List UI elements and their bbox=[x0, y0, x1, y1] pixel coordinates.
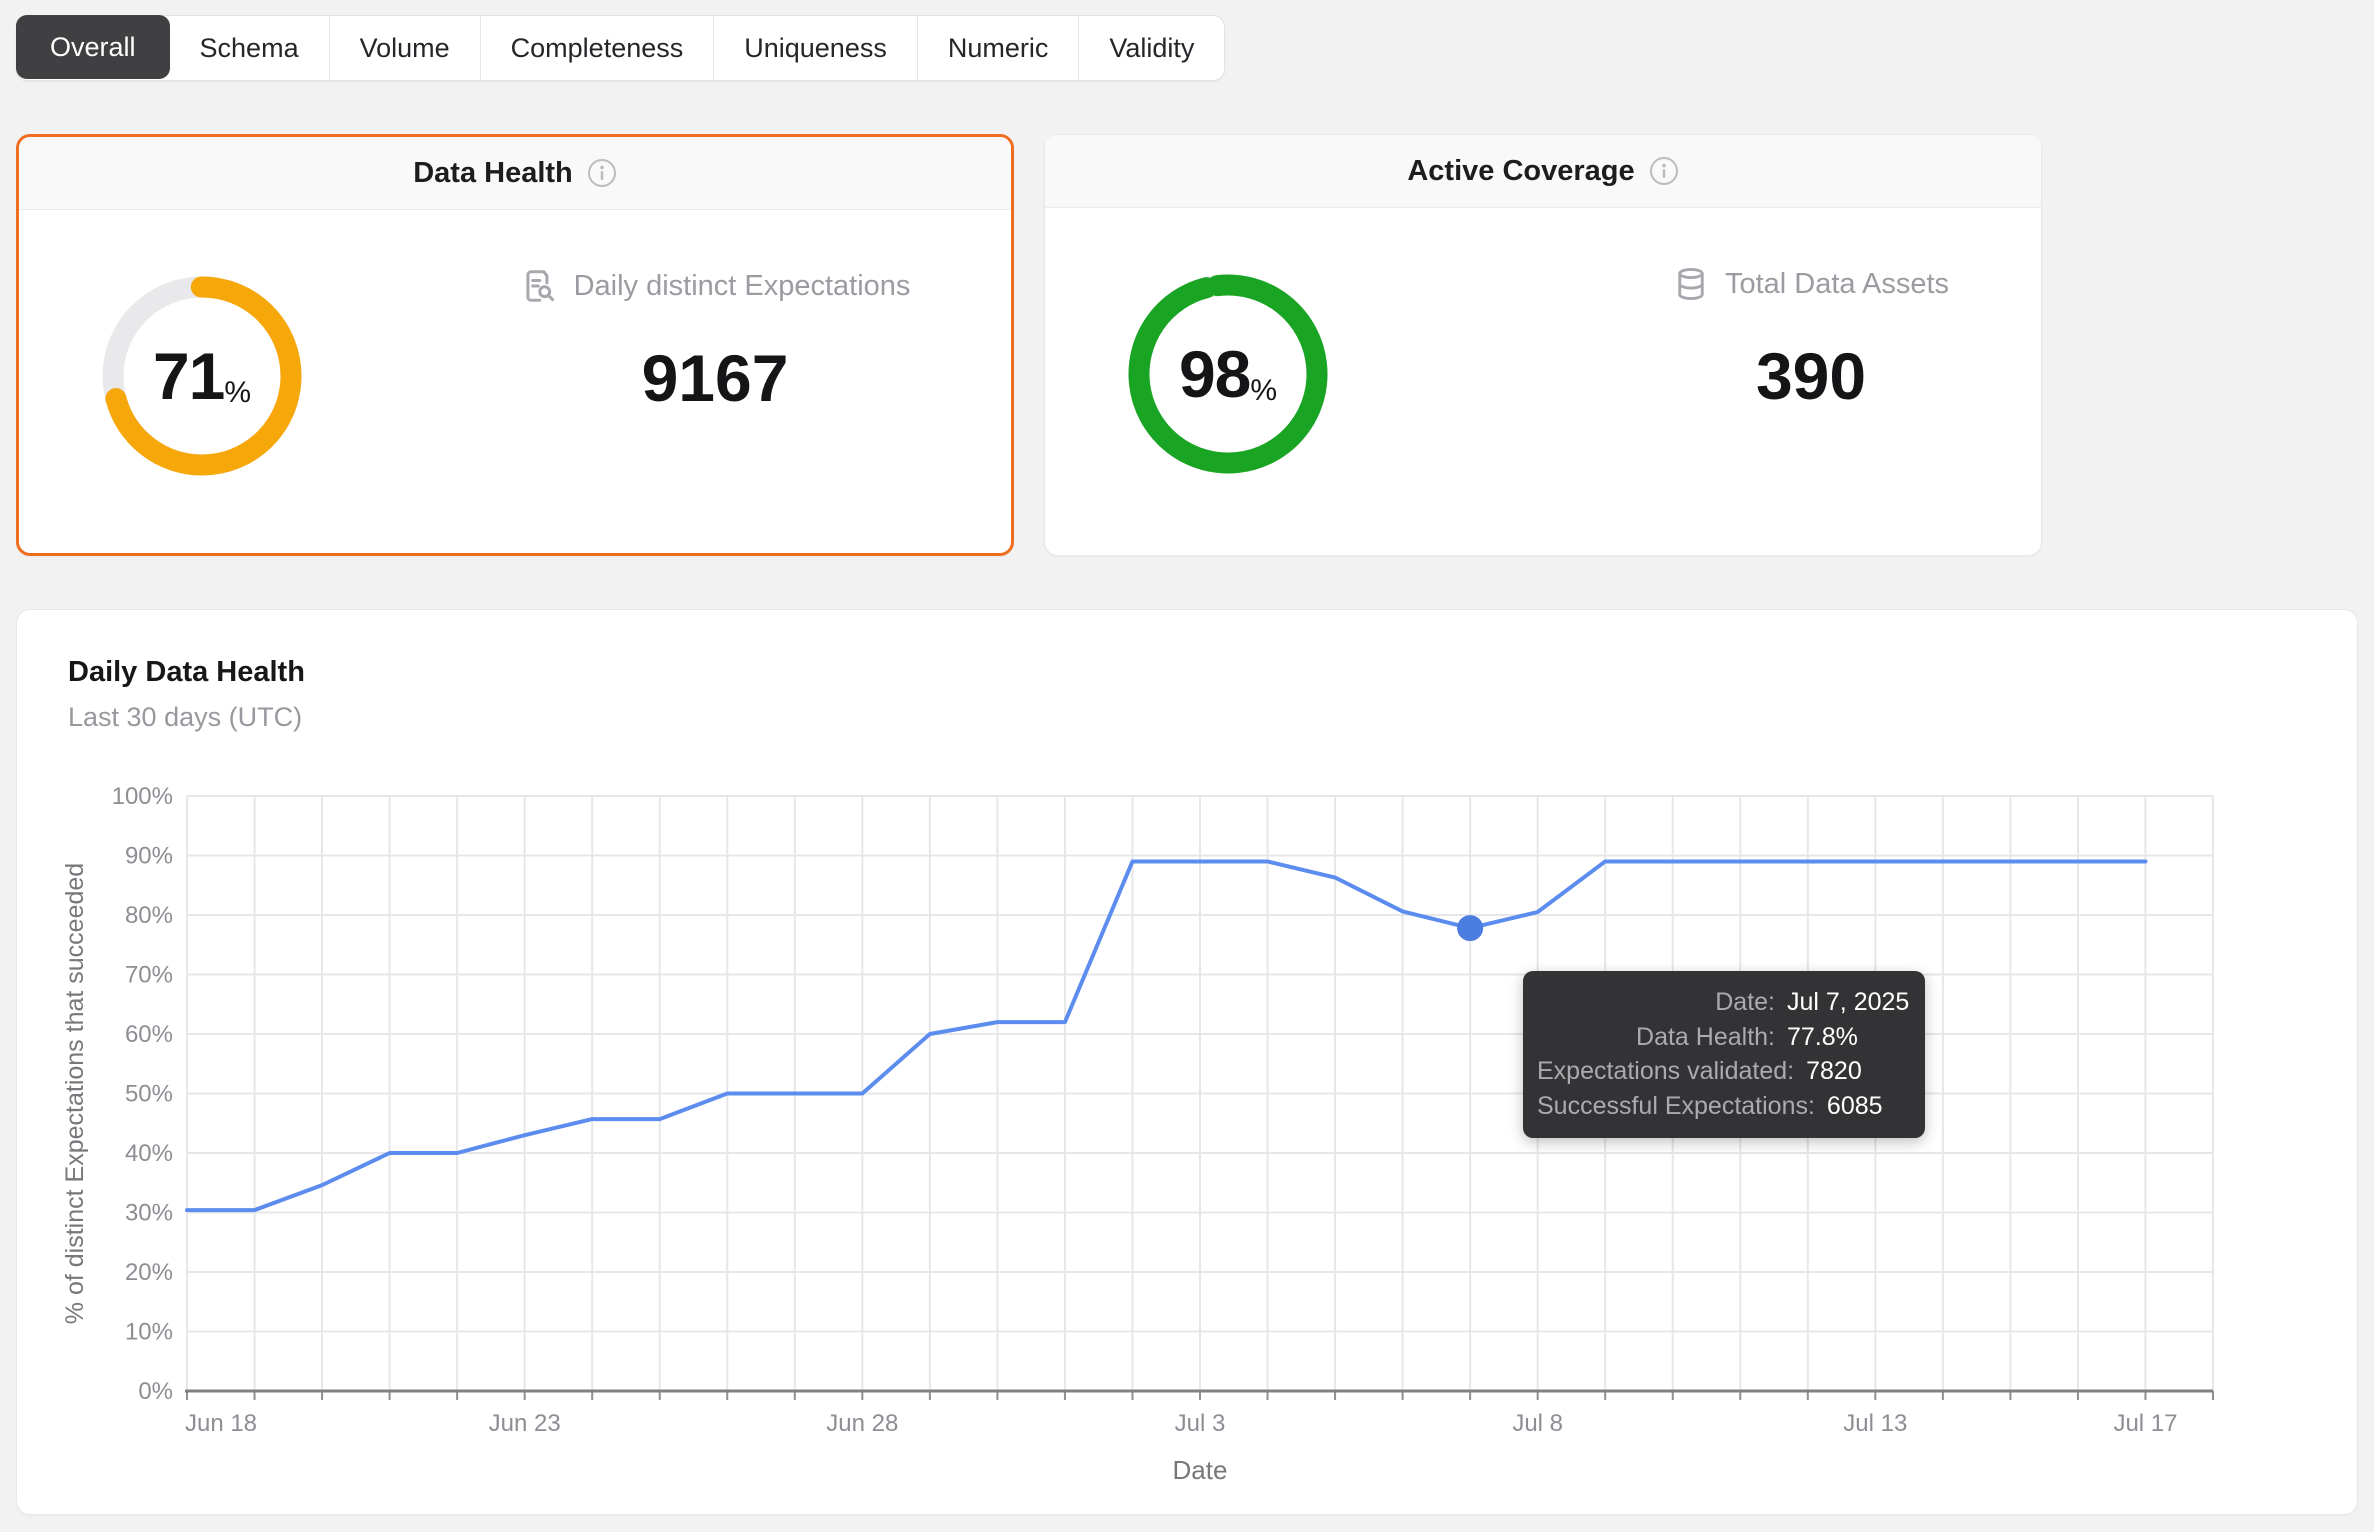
metric-tabbar: Overall Schema Volume Completeness Uniquenes… bbox=[16, 15, 1226, 81]
active-coverage-donut: 98% bbox=[1123, 269, 1333, 479]
daily-data-health-card: Daily Data Health Last 30 days (UTC) 0% 1… bbox=[16, 609, 2358, 1515]
database-icon bbox=[1673, 265, 1709, 303]
tab-numeric[interactable]: Numeric bbox=[918, 16, 1080, 80]
tab-volume[interactable]: Volume bbox=[330, 16, 481, 80]
data-health-card-header: Data Health bbox=[19, 137, 1011, 210]
active-coverage-card-header: Active Coverage bbox=[1045, 135, 2041, 208]
svg-text:Jul 13: Jul 13 bbox=[1843, 1410, 1907, 1437]
data-health-percent: 71% bbox=[152, 339, 252, 413]
tab-uniqueness[interactable]: Uniqueness bbox=[714, 16, 918, 80]
svg-text:Jun 18: Jun 18 bbox=[185, 1410, 257, 1437]
data-health-card[interactable]: Data Health 71% Daily distinct Expectati… bbox=[16, 134, 1014, 556]
svg-text:100%: 100% bbox=[112, 783, 173, 810]
total-assets-metric: Total Data Assets 390 bbox=[1585, 265, 2037, 413]
tab-validity[interactable]: Validity bbox=[1079, 16, 1224, 80]
active-coverage-card[interactable]: Active Coverage 98% Total Data Assets 39… bbox=[1044, 134, 2042, 556]
svg-text:Jun 23: Jun 23 bbox=[489, 1410, 561, 1437]
svg-text:10%: 10% bbox=[125, 1319, 173, 1346]
metric-value: 390 bbox=[1755, 339, 1867, 413]
svg-text:40%: 40% bbox=[125, 1140, 173, 1167]
svg-text:Jul 17: Jul 17 bbox=[2113, 1410, 2177, 1437]
data-health-donut: 71% bbox=[97, 271, 307, 481]
svg-text:Date: Date bbox=[1173, 1455, 1228, 1485]
svg-text:Jun 28: Jun 28 bbox=[826, 1410, 898, 1437]
svg-text:50%: 50% bbox=[125, 1081, 173, 1108]
active-coverage-percent: 98% bbox=[1178, 337, 1278, 411]
daily-data-health-chart[interactable]: 0% 10% 20% 30% 40% 50% 60% 70% 80% 90% 100% Jun 18 J… bbox=[17, 610, 2357, 1514]
daily-expectations-metric: Daily distinct Expectations 9167 bbox=[439, 267, 991, 415]
card-title: Data Health bbox=[413, 156, 573, 189]
svg-text:0%: 0% bbox=[138, 1378, 173, 1405]
svg-text:Jul 3: Jul 3 bbox=[1175, 1410, 1226, 1437]
info-icon[interactable] bbox=[1649, 156, 1679, 186]
svg-text:20%: 20% bbox=[125, 1259, 173, 1286]
metric-label: Daily distinct Expectations bbox=[573, 270, 911, 302]
svg-text:90%: 90% bbox=[125, 843, 173, 870]
svg-text:60%: 60% bbox=[125, 1021, 173, 1048]
tab-overall[interactable]: Overall bbox=[16, 15, 170, 79]
file-search-icon bbox=[520, 267, 558, 305]
svg-text:70%: 70% bbox=[125, 962, 173, 989]
dashboard-page: Overall Schema Volume Completeness Uniquenes… bbox=[0, 0, 2374, 1532]
metric-value: 9167 bbox=[641, 341, 789, 415]
card-title: Active Coverage bbox=[1407, 154, 1635, 187]
svg-text:30%: 30% bbox=[125, 1200, 173, 1227]
info-icon[interactable] bbox=[587, 158, 617, 188]
tab-schema[interactable]: Schema bbox=[170, 16, 330, 80]
svg-text:Jul 8: Jul 8 bbox=[1512, 1410, 1563, 1437]
svg-text:80%: 80% bbox=[125, 902, 173, 929]
tab-completeness[interactable]: Completeness bbox=[481, 16, 715, 80]
svg-text:% of distinct Expectations tha: % of distinct Expectations that succeede… bbox=[61, 863, 89, 1324]
chart-tooltip: Date: Jul 7, 2025 Data Health: 77.8% Expec… bbox=[1523, 971, 1925, 1138]
metric-label: Total Data Assets bbox=[1724, 268, 1950, 300]
